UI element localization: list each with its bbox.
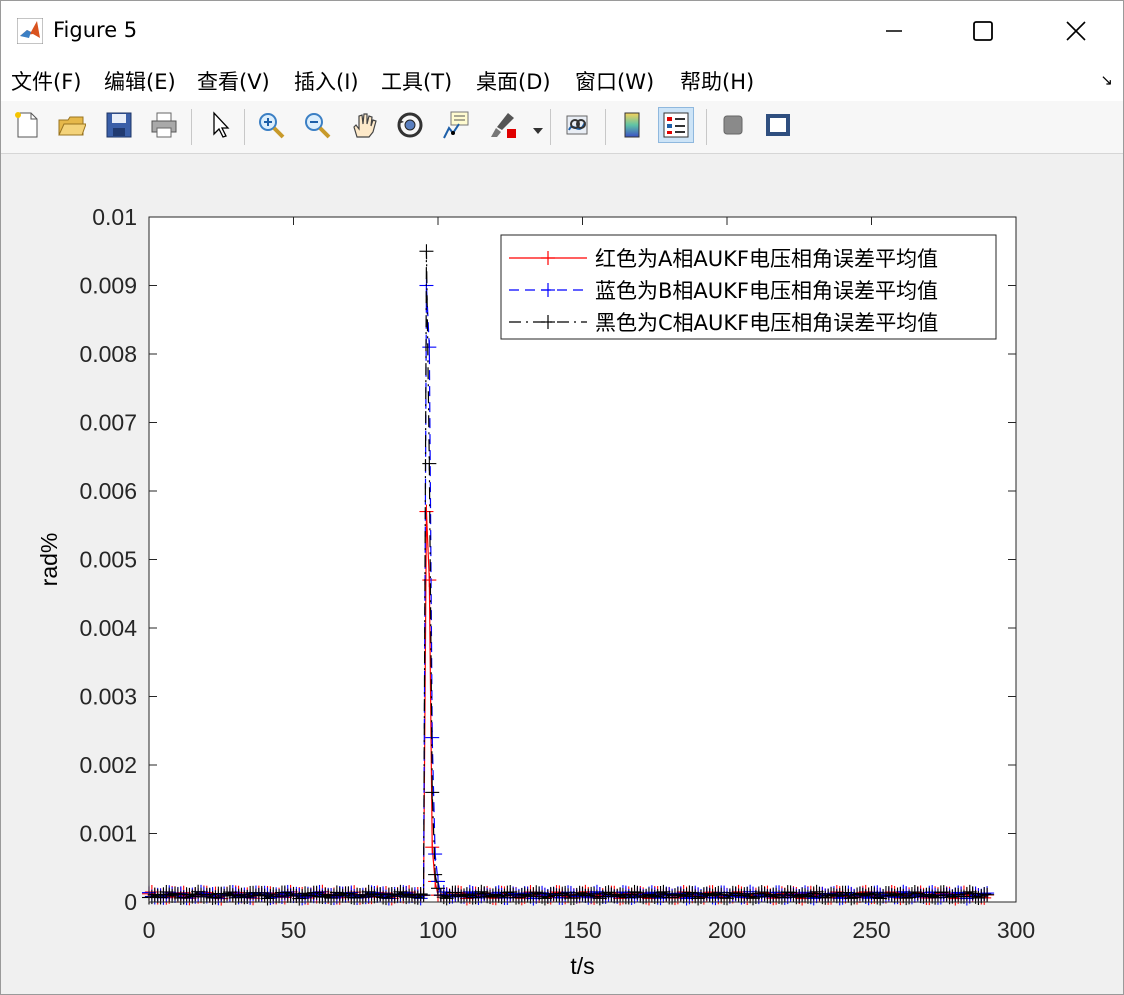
menu-tools[interactable]: 工具(T) [381,66,452,96]
colorbar-icon [624,112,640,138]
y-tick-label: 0.007 [79,410,137,436]
line-chart: 0 50 100 150 200 250 300 0 0.001 0.002 0.003 0.004 0… [36,204,1035,979]
rotate-3d-button[interactable] [392,107,428,143]
legend-entry-1: 红色为A相AUKF电压相角误差平均值 [595,247,938,271]
y-tick-label: 0.002 [79,752,137,778]
new-figure-button[interactable] [9,107,45,143]
colorbar-button[interactable] [614,107,650,143]
menu-edit[interactable]: 编辑(E) [104,66,176,96]
zoom-out-icon [305,113,331,139]
menu-window[interactable]: 窗口(W) [575,66,654,96]
rotate-3d-icon [397,112,423,138]
minimize-button[interactable] [870,11,918,51]
toolbar-separator [706,109,707,145]
legend-button[interactable] [658,107,694,143]
save-icon [106,112,132,138]
toolbar-separator [605,109,606,145]
brush-dropdown-arrow-icon[interactable] [533,121,543,140]
zoom-in-icon [259,113,285,139]
close-icon [1066,21,1086,41]
title-bar: Figure 5 [1,1,1123,61]
x-tick-label: 150 [563,917,601,943]
x-tick-label: 200 [708,917,746,943]
x-tick-label: 0 [143,917,156,943]
figure-toolbar [1,101,1123,154]
link-plot-button[interactable] [560,107,596,143]
toolbar-separator [550,109,551,145]
brush-icon [491,113,516,138]
toolbar-separator [244,109,245,145]
matlab-logo-icon [17,18,43,44]
close-button[interactable] [1052,11,1100,51]
y-tick-label: 0.009 [79,273,137,299]
print-button[interactable] [146,107,182,143]
print-icon [151,112,177,138]
x-axis-label: t/s [570,953,594,979]
x-tick-label: 250 [852,917,890,943]
toolbar-separator [191,109,192,145]
maximize-icon [973,21,993,41]
y-tick-label: 0.001 [79,821,137,847]
menu-view[interactable]: 查看(V) [197,66,270,96]
y-tick-label: 0.004 [79,615,137,641]
figure-window: Figure 5 文件(F) 编辑(E) 查看(V) 插入(I) 工具(T) 桌… [0,0,1124,995]
data-cursor-button[interactable] [438,107,474,143]
hide-plot-tools-icon [723,115,743,135]
brush-button[interactable] [485,107,521,143]
open-file-icon [58,116,86,136]
y-tick-label: 0.01 [92,204,137,230]
x-tick-label: 100 [419,917,457,943]
x-tick-label: 300 [997,917,1035,943]
x-tick-label: 50 [281,917,307,943]
minimize-icon [886,30,902,32]
hide-plot-tools-button[interactable] [715,107,751,143]
menu-insert[interactable]: 插入(I) [294,66,359,96]
window-title: Figure 5 [53,18,138,42]
y-tick-label: 0.006 [79,478,137,504]
show-plot-tools-button[interactable] [760,107,796,143]
y-tick-label: 0 [124,889,137,915]
figure-canvas: 0 50 100 150 200 250 300 0 0.001 0.002 0.003 0.004 0… [1,154,1123,994]
open-file-button[interactable] [53,107,89,143]
dock-arrow-icon[interactable]: ↘ [1100,71,1113,89]
menu-help[interactable]: 帮助(H) [680,66,754,96]
zoom-in-button[interactable] [253,107,289,143]
data-cursor-icon [443,111,469,139]
y-tick-label: 0.005 [79,547,137,573]
legend-icon [663,112,689,138]
select-pointer-button[interactable] [202,107,238,143]
maximize-button[interactable] [959,11,1007,51]
y-axis-label: rad% [36,533,62,587]
pan-icon [353,113,377,138]
legend-entry-2: 蓝色为B相AUKF电压相角误差平均值 [595,279,938,303]
save-button[interactable] [101,107,137,143]
zoom-out-button[interactable] [299,107,335,143]
legend-entry-3: 黑色为C相AUKF电压相角误差平均值 [595,311,938,335]
menu-desktop[interactable]: 桌面(D) [476,66,551,96]
show-plot-tools-icon [766,114,790,136]
y-tick-label: 0.003 [79,684,137,710]
menu-bar: 文件(F) 编辑(E) 查看(V) 插入(I) 工具(T) 桌面(D) 窗口(W… [1,61,1123,101]
menu-file[interactable]: 文件(F) [11,66,81,96]
link-plot-icon [566,115,588,135]
pan-button[interactable] [346,107,382,143]
new-figure-icon [15,112,38,138]
select-pointer-icon [213,111,230,138]
y-tick-label: 0.008 [79,341,137,367]
